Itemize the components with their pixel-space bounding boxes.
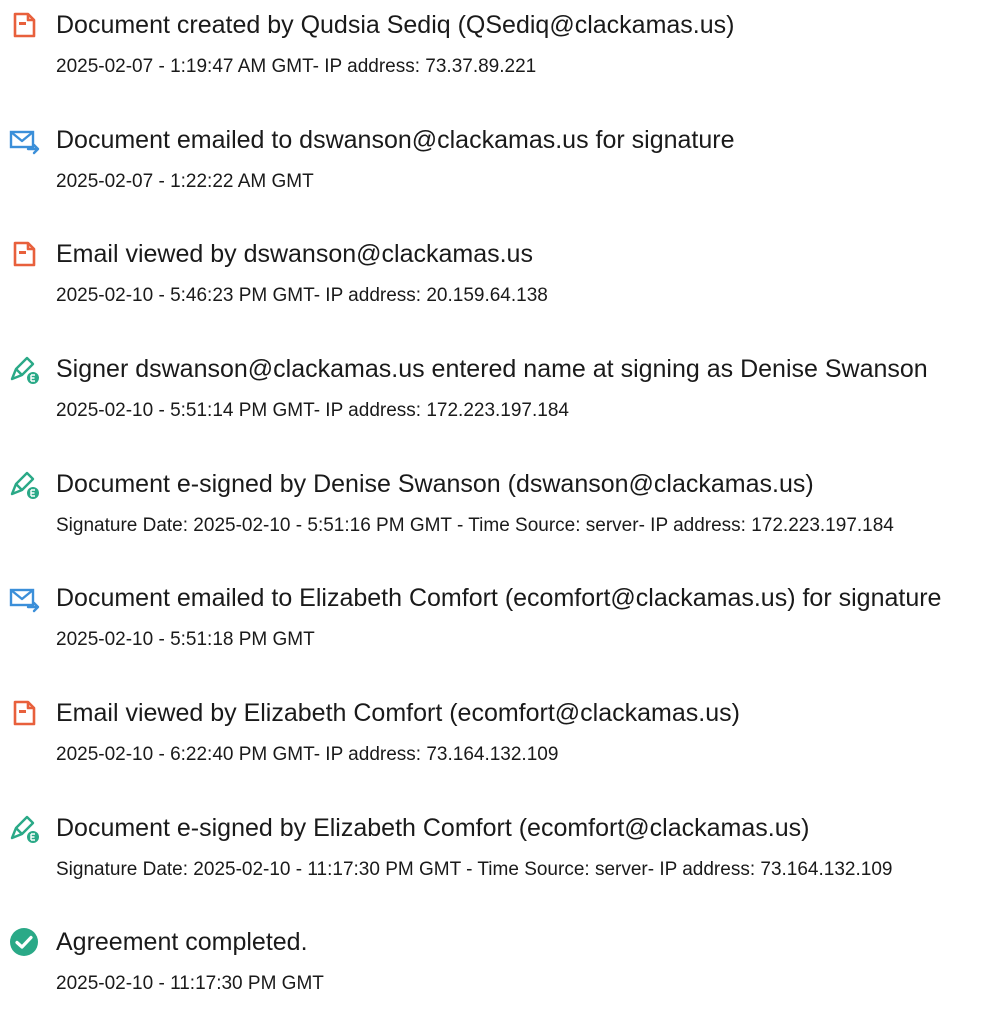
event-title: Document created by Qudsia Sediq (QSediq… <box>56 11 735 39</box>
event-title: Email viewed by Elizabeth Comfort (ecomf… <box>56 699 740 727</box>
document-icon <box>8 9 40 41</box>
event-title: Agreement completed. <box>56 928 308 956</box>
document-icon <box>8 697 40 729</box>
event-detail: 2025-02-07 - 1:22:22 AM GMT <box>56 171 314 192</box>
pen-sign-icon <box>8 812 40 844</box>
event-title: Email viewed by dswanson@clackamas.us <box>56 240 533 268</box>
audit-event: Document e-signed by Elizabeth Comfort (… <box>0 803 1000 903</box>
event-detail: 2025-02-10 - 6:22:40 PM GMT- IP address:… <box>56 744 559 765</box>
event-detail: 2025-02-10 - 11:17:30 PM GMT <box>56 973 324 994</box>
audit-event: Document created by Qudsia Sediq (QSediq… <box>0 0 1000 100</box>
event-title: Document e-signed by Elizabeth Comfort (… <box>56 814 810 842</box>
event-detail: 2025-02-10 - 5:51:18 PM GMT <box>56 629 315 650</box>
event-detail: Signature Date: 2025-02-10 - 5:51:16 PM … <box>56 515 894 536</box>
audit-event: Email viewed by dswanson@clackamas.us 20… <box>0 229 1000 329</box>
pen-sign-icon <box>8 353 40 385</box>
email-send-icon <box>8 582 40 614</box>
event-title: Document emailed to Elizabeth Comfort (e… <box>56 584 942 612</box>
event-title: Document e-signed by Denise Swanson (dsw… <box>56 470 814 498</box>
audit-event: Email viewed by Elizabeth Comfort (ecomf… <box>0 688 1000 788</box>
email-send-icon <box>8 124 40 156</box>
event-title: Signer dswanson@clackamas.us entered nam… <box>56 355 928 383</box>
pen-sign-icon <box>8 468 40 500</box>
event-detail: Signature Date: 2025-02-10 - 11:17:30 PM… <box>56 859 893 880</box>
event-title: Document emailed to dswanson@clackamas.u… <box>56 126 735 154</box>
event-detail: 2025-02-07 - 1:19:47 AM GMT- IP address:… <box>56 56 537 77</box>
audit-event: Signer dswanson@clackamas.us entered nam… <box>0 344 1000 444</box>
audit-event: Document e-signed by Denise Swanson (dsw… <box>0 459 1000 559</box>
audit-event: Agreement completed. 2025-02-10 - 11:17:… <box>0 917 1000 1017</box>
event-detail: 2025-02-10 - 5:46:23 PM GMT- IP address:… <box>56 285 548 306</box>
event-detail: 2025-02-10 - 5:51:14 PM GMT- IP address:… <box>56 400 569 421</box>
audit-event: Document emailed to dswanson@clackamas.u… <box>0 115 1000 215</box>
audit-event: Document emailed to Elizabeth Comfort (e… <box>0 573 1000 673</box>
document-icon <box>8 238 40 270</box>
checkmark-circle-icon <box>8 926 40 958</box>
